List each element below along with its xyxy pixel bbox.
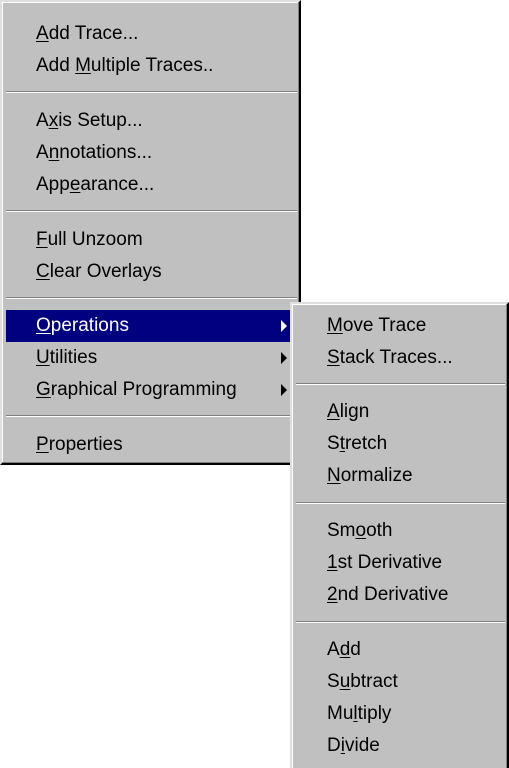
accelerator-key: A — [327, 401, 340, 422]
label-post: ove Trace — [342, 315, 427, 336]
label-pre: App — [36, 174, 70, 195]
menu-separator — [296, 502, 505, 504]
menu-item-utilities[interactable]: Utilities — [6, 342, 297, 374]
label-pre: A — [36, 142, 49, 163]
label-post: ultiple Traces.. — [90, 55, 214, 76]
label-pre: Mu — [327, 703, 354, 724]
menu-item-clear-overlays[interactable]: Clear Overlays — [6, 256, 297, 288]
menu-item-graphical-programming[interactable]: Graphical Programming — [6, 374, 297, 406]
accelerator-key: u — [339, 671, 351, 692]
submenu-arrow-icon — [281, 320, 287, 332]
label-post: oth — [366, 520, 393, 541]
submenu-item-subtract[interactable]: Subtract — [296, 666, 505, 698]
submenu-item-stretch[interactable]: Stretch — [296, 428, 505, 460]
label-post: arance... — [80, 174, 155, 195]
menu-separator — [296, 621, 505, 623]
accelerator-key: 2 — [327, 584, 338, 605]
label-post: lign — [339, 401, 370, 422]
label-post: tilities — [49, 347, 98, 368]
menu-separator — [6, 297, 297, 299]
label-pre: S — [327, 433, 340, 454]
menu-item-appearance[interactable]: Appearance... — [6, 169, 297, 201]
menu-separator — [296, 383, 505, 385]
menu-item-annotations[interactable]: Annotations... — [6, 137, 297, 169]
menu-item-add-trace[interactable]: Add Trace... — [6, 18, 297, 50]
label-post: nd Derivative — [337, 584, 449, 605]
accelerator-key: C — [36, 261, 50, 282]
label-post: perations — [50, 315, 129, 336]
context-menu: Add Trace... Add Multiple Traces.. Axis … — [0, 0, 301, 465]
submenu-item-divide[interactable]: Divide — [296, 730, 505, 762]
label-post: tack Traces... — [339, 347, 453, 368]
accelerator-key: e — [69, 174, 81, 195]
menu-separator — [6, 210, 297, 212]
menu-item-operations[interactable]: Operations — [6, 310, 297, 342]
label-pre: A — [327, 639, 340, 660]
label-pre: Add — [36, 55, 76, 76]
label-post: ormalize — [340, 465, 413, 486]
submenu-item-normalize[interactable]: Normalize — [296, 460, 505, 492]
submenu-item-multiply[interactable]: Multiply — [296, 698, 505, 730]
submenu-item-align[interactable]: Align — [296, 396, 505, 428]
label-post: notations... — [59, 142, 153, 163]
menu-item-full-unzoom[interactable]: Full Unzoom — [6, 224, 297, 256]
accelerator-key: P — [36, 434, 49, 455]
label-post: vide — [344, 735, 380, 756]
menu-separator — [6, 415, 297, 417]
submenu-item-smooth[interactable]: Smooth — [296, 515, 505, 547]
submenu-arrow-icon — [281, 384, 287, 396]
submenu-item-move-trace[interactable]: Move Trace — [296, 310, 505, 342]
accelerator-key: A — [36, 23, 49, 44]
menu-item-add-multiple-traces[interactable]: Add Multiple Traces.. — [6, 50, 297, 82]
accelerator-key: M — [327, 315, 343, 336]
operations-submenu: Move Trace Stack Traces... Align Stretch… — [290, 302, 509, 768]
accelerator-key: o — [355, 520, 367, 541]
submenu-item-2nd-derivative[interactable]: 2nd Derivative — [296, 579, 505, 611]
accelerator-key: U — [36, 347, 50, 368]
label-post: lear Overlays — [49, 261, 162, 282]
accelerator-key: F — [36, 229, 48, 250]
label-pre: S — [327, 671, 340, 692]
accelerator-key: x — [48, 110, 59, 131]
label-post: ull Unzoom — [47, 229, 143, 250]
accelerator-key: n — [48, 142, 60, 163]
label-post: btract — [350, 671, 398, 692]
accelerator-key: S — [327, 347, 340, 368]
label-post: retch — [344, 433, 388, 454]
submenu-arrow-icon — [281, 352, 287, 364]
menu-item-axis-setup[interactable]: Axis Setup... — [6, 105, 297, 137]
accelerator-key: M — [75, 55, 91, 76]
accelerator-key: G — [36, 379, 51, 400]
submenu-item-add[interactable]: Add — [296, 634, 505, 666]
label-post: st Derivative — [337, 552, 443, 573]
label-post: raphical Programming — [50, 379, 237, 400]
menu-item-properties[interactable]: Properties — [6, 429, 297, 461]
accelerator-key: d — [339, 639, 351, 660]
accelerator-key: N — [327, 465, 341, 486]
label-pre: D — [327, 735, 341, 756]
label-post: d — [350, 639, 361, 660]
accelerator-key: O — [36, 315, 51, 336]
label-pre: Sm — [327, 520, 356, 541]
label-post: dd Trace... — [48, 23, 139, 44]
label-post: roperties — [48, 434, 123, 455]
submenu-item-1st-derivative[interactable]: 1st Derivative — [296, 547, 505, 579]
label-pre: A — [36, 110, 49, 131]
label-post: tiply — [357, 703, 392, 724]
label-post: is Setup... — [58, 110, 143, 131]
menu-separator — [6, 91, 297, 93]
accelerator-key: 1 — [327, 552, 338, 573]
submenu-item-stack-traces[interactable]: Stack Traces... — [296, 342, 505, 374]
